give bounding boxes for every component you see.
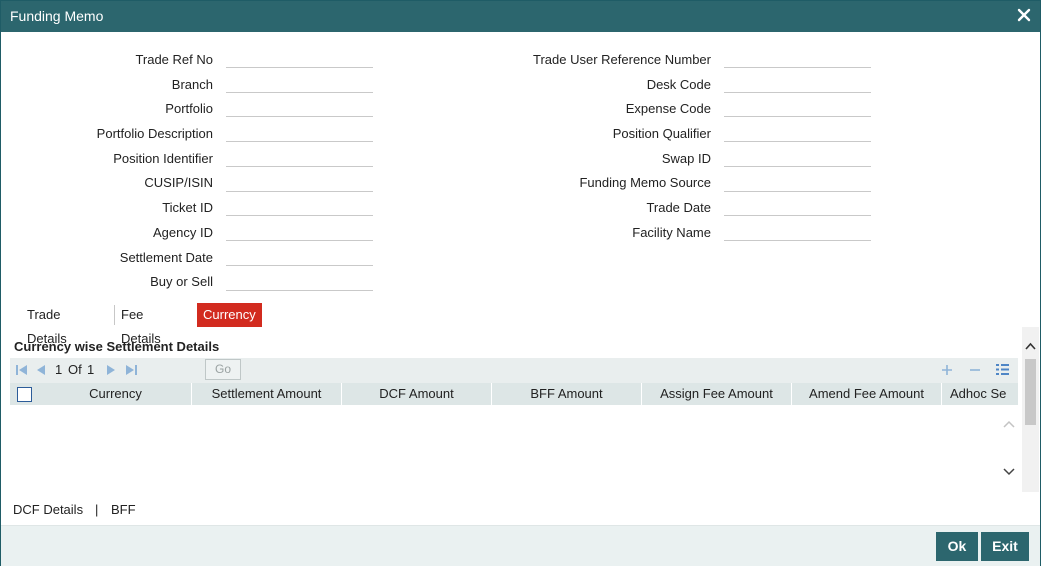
funding-memo-source-label: Funding Memo Source: [579, 175, 711, 190]
funding-memo-source-input[interactable]: [724, 174, 871, 192]
facility-name-input[interactable]: [724, 223, 871, 241]
column-header-dcf-amount[interactable]: DCF Amount: [342, 383, 492, 405]
scroll-thumb[interactable]: [1025, 359, 1036, 425]
trade-ref-no-label: Trade Ref No: [135, 52, 213, 67]
swap-id-label: Swap ID: [661, 151, 711, 166]
prev-page-icon[interactable]: [35, 363, 47, 377]
buy-or-sell-label: Buy or Sell: [150, 274, 213, 289]
column-header-assign-fee-amount[interactable]: Assign Fee Amount: [642, 383, 792, 405]
bff-link[interactable]: BFF: [111, 502, 136, 517]
column-header-adhoc[interactable]: Adhoc Se: [942, 383, 1018, 405]
footer-bar: Ok Exit: [1, 525, 1040, 566]
ok-button[interactable]: Ok: [936, 532, 978, 561]
go-button[interactable]: Go: [205, 359, 241, 380]
buy-or-sell-input[interactable]: [226, 273, 373, 291]
tab-trade-details[interactable]: Trade Details: [21, 303, 73, 346]
grid-scroll-down-icon[interactable]: [1002, 467, 1016, 477]
position-qualifier-label: Position Qualifier: [612, 126, 711, 141]
delete-row-icon[interactable]: [968, 363, 982, 377]
first-page-icon[interactable]: [15, 363, 29, 377]
agency-id-input[interactable]: [226, 223, 373, 241]
cusip-isin-input[interactable]: [226, 174, 373, 192]
grid-scroll-up-icon[interactable]: [1002, 419, 1016, 429]
swap-id-input[interactable]: [724, 149, 871, 167]
scroll-up-icon[interactable]: [1024, 341, 1037, 351]
total-pages: 1: [87, 362, 95, 377]
branch-input[interactable]: [226, 75, 373, 93]
next-page-icon[interactable]: [105, 363, 117, 377]
link-separator: |: [95, 502, 99, 517]
funding-memo-window: Funding Memo Trade Ref No Branch Portfol…: [0, 0, 1041, 566]
trade-user-reference-number-input[interactable]: [724, 50, 871, 68]
settlement-date-input[interactable]: [226, 248, 373, 266]
column-header-amend-fee-amount[interactable]: Amend Fee Amount: [792, 383, 942, 405]
grid-toolbar: 1 Of 1 Go: [10, 358, 1018, 383]
tab-fee-details[interactable]: Fee Details: [115, 303, 167, 346]
trade-date-input[interactable]: [724, 198, 871, 216]
vertical-scrollbar[interactable]: [1022, 327, 1039, 492]
column-header-settlement-amount[interactable]: Settlement Amount: [192, 383, 342, 405]
expense-code-input[interactable]: [724, 99, 871, 117]
position-identifier-label: Position Identifier: [113, 151, 213, 166]
trade-user-reference-number-label: Trade User Reference Number: [533, 52, 711, 67]
last-page-icon[interactable]: [124, 363, 138, 377]
ticket-id-label: Ticket ID: [162, 200, 213, 215]
portfolio-description-label: Portfolio Description: [96, 126, 213, 141]
grid-body: [10, 405, 1018, 492]
portfolio-label: Portfolio: [165, 101, 213, 116]
grid-header: Currency Settlement Amount DCF Amount BF…: [10, 383, 1018, 405]
section-title: Currency wise Settlement Details: [14, 339, 220, 354]
list-view-icon[interactable]: [995, 362, 1010, 377]
branch-label: Branch: [171, 77, 213, 92]
portfolio-description-input[interactable]: [226, 124, 373, 142]
desk-code-label: Desk Code: [646, 77, 711, 92]
tab-currency-details[interactable]: Currency Details: [197, 303, 262, 346]
expense-code-label: Expense Code: [625, 101, 711, 116]
ticket-id-input[interactable]: [226, 198, 373, 216]
desk-code-input[interactable]: [724, 75, 871, 93]
dcf-details-link[interactable]: DCF Details: [13, 502, 83, 517]
close-icon[interactable]: [1016, 7, 1032, 23]
title-bar: Funding Memo: [1, 1, 1040, 32]
portfolio-input[interactable]: [226, 99, 373, 117]
bottom-links: DCF Details | BFF: [1, 492, 1040, 525]
position-identifier-input[interactable]: [226, 149, 373, 167]
trade-date-label: Trade Date: [646, 200, 711, 215]
exit-button[interactable]: Exit: [981, 532, 1029, 561]
cusip-isin-label: CUSIP/ISIN: [144, 175, 213, 190]
select-all-checkbox[interactable]: [17, 387, 32, 402]
settlement-date-label: Settlement Date: [119, 250, 213, 265]
facility-name-label: Facility Name: [632, 225, 711, 240]
window-title: Funding Memo: [10, 8, 104, 24]
pager-of-label: Of: [68, 362, 82, 377]
current-page: 1: [55, 362, 63, 377]
position-qualifier-input[interactable]: [724, 124, 871, 142]
column-header-currency[interactable]: Currency: [40, 383, 192, 405]
add-row-icon[interactable]: [940, 363, 954, 377]
trade-ref-no-input[interactable]: [226, 50, 373, 68]
agency-id-label: Agency ID: [153, 225, 213, 240]
column-header-bff-amount[interactable]: BFF Amount: [492, 383, 642, 405]
